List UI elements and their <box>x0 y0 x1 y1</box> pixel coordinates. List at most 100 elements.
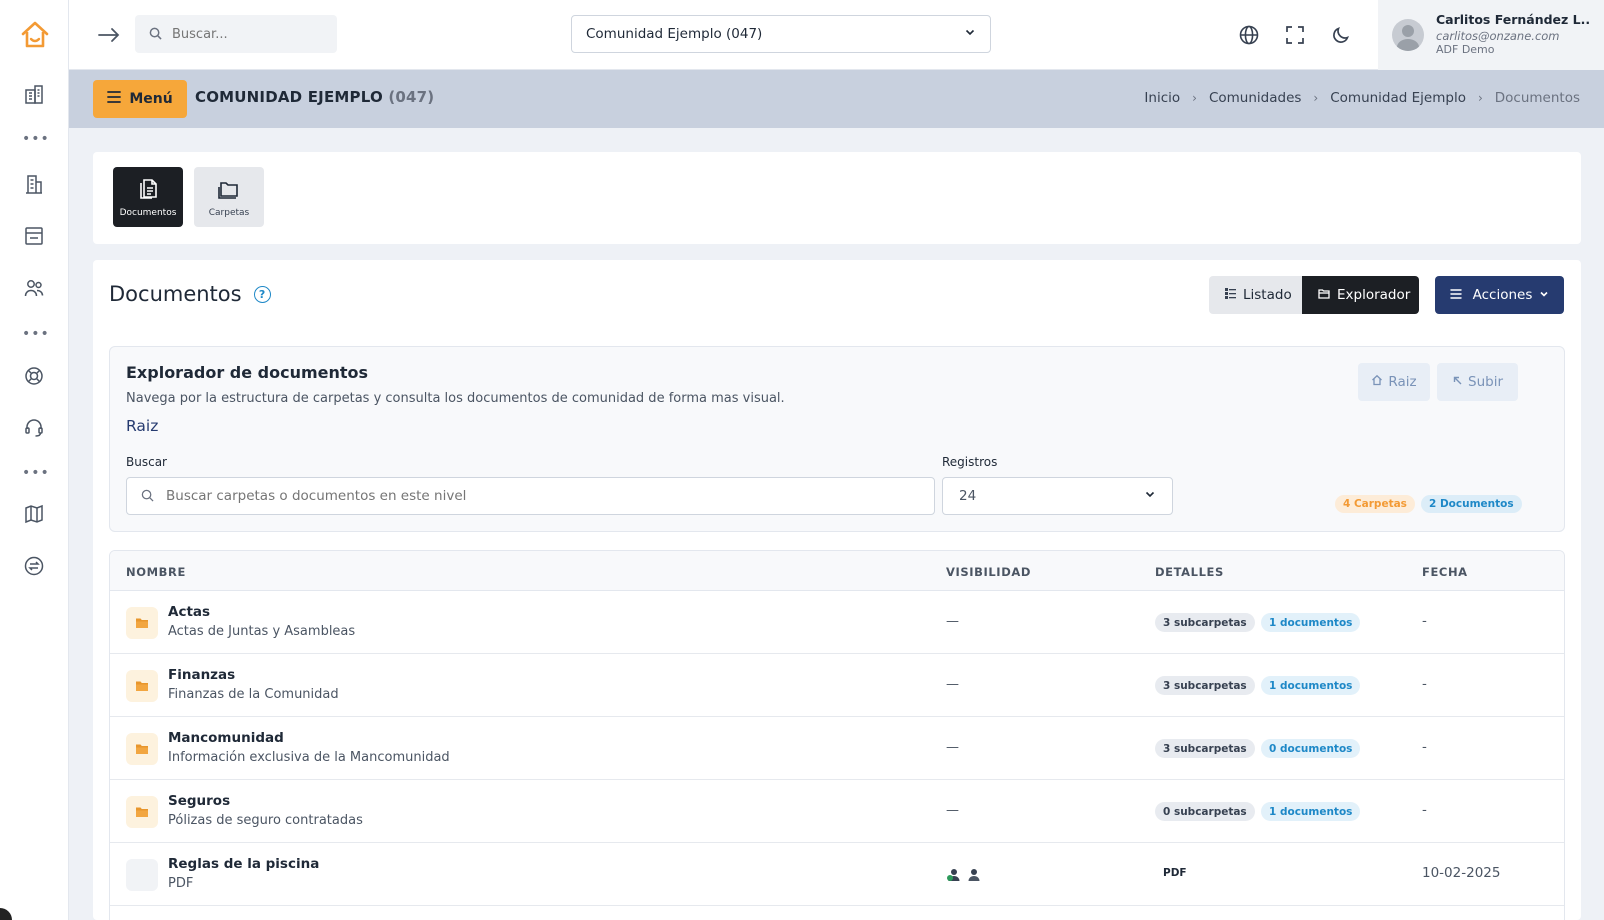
explorer-panel: Explorador de documentos Navega por la e… <box>109 346 1565 532</box>
row-date: 10-02-2025 <box>1422 865 1501 881</box>
section-title-text: Documentos <box>109 282 242 306</box>
documents-badge: 0 documentos <box>1261 739 1361 758</box>
view-listado-button[interactable]: Listado <box>1209 276 1302 314</box>
col-detalles[interactable]: DETALLES <box>1155 565 1224 579</box>
expand-sidebar-arrow-icon[interactable] <box>94 20 124 50</box>
folder-icon <box>126 796 158 828</box>
explorer-description: Navega por la estructura de carpetas y c… <box>126 391 785 406</box>
hamburger-icon <box>107 91 122 107</box>
row-date: - <box>1422 739 1427 755</box>
row-description: Pólizas de seguro contratadas <box>168 813 363 828</box>
table-row[interactable]: Reglas de la piscina PDF PDF 10-02-2025 <box>110 843 1564 906</box>
search-label: Buscar <box>126 455 167 469</box>
go-root-button[interactable]: Raiz <box>1358 363 1430 401</box>
community-name: COMUNIDAD EJEMPLO <box>195 88 383 106</box>
breadcrumb-comunidades[interactable]: Comunidades <box>1209 90 1301 106</box>
row-name[interactable]: Mancomunidad <box>168 730 284 746</box>
col-fecha[interactable]: FECHA <box>1422 565 1468 579</box>
sidebar-more-3[interactable]: ••• <box>22 466 49 480</box>
visibility-owner-icon <box>946 867 962 887</box>
fullscreen-icon[interactable] <box>1280 20 1310 50</box>
table-row[interactable]: Mancomunidad Información exclusiva de la… <box>110 717 1564 780</box>
page-header: Menú COMUNIDAD EJEMPLO (047) Inicio › Co… <box>69 70 1604 128</box>
file-icon <box>126 859 158 891</box>
documents-table: NOMBRE VISIBILIDAD DETALLES FECHA Actas … <box>109 550 1565 920</box>
registros-select[interactable]: 24 <box>942 477 1173 515</box>
chevron-down-icon <box>1144 488 1156 504</box>
home-icon <box>1371 374 1383 390</box>
visibility-resident-icon <box>966 867 982 887</box>
breadcrumb-comunidad[interactable]: Comunidad Ejemplo <box>1330 90 1466 106</box>
building-icon[interactable] <box>20 170 48 198</box>
row-description: Actas de Juntas y Asambleas <box>168 624 356 639</box>
sidebar-more-1[interactable]: ••• <box>22 132 49 146</box>
store-icon[interactable] <box>20 222 48 250</box>
table-row[interactable]: Finanzas Finanzas de la Comunidad — 3 su… <box>110 654 1564 717</box>
view-explorador-button[interactable]: Explorador <box>1302 276 1419 314</box>
community-code: (047) <box>388 88 435 106</box>
explorer-search-input[interactable] <box>166 488 926 504</box>
community-select[interactable]: Comunidad Ejemplo (047) <box>571 15 991 53</box>
tab-documentos[interactable]: Documentos <box>113 167 183 227</box>
sidebar: ••• ••• ••• <box>0 0 69 920</box>
col-visibilidad[interactable]: VISIBILIDAD <box>946 565 1031 579</box>
row-description: Finanzas de la Comunidad <box>168 687 339 702</box>
menu-button-label: Menú <box>129 91 173 107</box>
user-org: ADF Demo <box>1436 43 1495 57</box>
documents-icon <box>136 177 160 204</box>
user-menu[interactable]: Carlitos Fernández L.. carlitos@onzane.c… <box>1378 0 1604 70</box>
folders-icon <box>217 177 241 204</box>
section-tabs: Documentos Carpetas <box>93 152 1581 244</box>
documents-badge: 1 documentos <box>1261 676 1361 695</box>
dark-mode-moon-icon[interactable] <box>1326 20 1356 50</box>
global-search[interactable] <box>135 15 337 53</box>
exchange-icon[interactable] <box>20 552 48 580</box>
view-explorador-label: Explorador <box>1337 287 1411 303</box>
row-name[interactable]: Reglas de la piscina <box>168 856 319 872</box>
map-icon[interactable] <box>20 500 48 528</box>
row-date: - <box>1422 676 1427 692</box>
row-name[interactable]: Finanzas <box>168 667 235 683</box>
chevron-right-icon: › <box>1313 91 1319 105</box>
explorer-search[interactable] <box>126 477 935 515</box>
chevron-right-icon: › <box>1477 91 1483 105</box>
go-up-button[interactable]: Subir <box>1437 363 1518 401</box>
lifebuoy-icon[interactable] <box>20 362 48 390</box>
folders-count-badge: 4 Carpetas <box>1335 495 1415 513</box>
acciones-label: Acciones <box>1472 287 1533 303</box>
table-row[interactable]: Actas Actas de Juntas y Asambleas — 3 su… <box>110 591 1564 654</box>
row-name[interactable]: Actas <box>168 604 210 620</box>
help-icon[interactable]: ? <box>253 285 271 303</box>
page-title: COMUNIDAD EJEMPLO (047) <box>195 88 434 106</box>
tab-carpetas[interactable]: Carpetas <box>194 167 264 227</box>
acciones-dropdown[interactable]: Acciones <box>1435 276 1564 314</box>
explorer-title: Explorador de documentos <box>126 363 369 382</box>
language-globe-icon[interactable] <box>1234 20 1264 50</box>
documents-panel: Documentos ? Listado Explorador Acciones… <box>93 260 1581 920</box>
menu-button[interactable]: Menú <box>93 80 187 118</box>
row-name[interactable]: Seguros <box>168 793 230 809</box>
documents-count-badge: 2 Documentos <box>1421 495 1522 513</box>
documents-badge: 1 documentos <box>1261 613 1361 632</box>
global-search-input[interactable] <box>172 26 332 42</box>
folder-open-icon <box>1318 287 1330 303</box>
users-icon[interactable] <box>20 274 48 302</box>
buildings-icon[interactable] <box>20 80 48 108</box>
view-listado-label: Listado <box>1243 287 1292 303</box>
arrow-up-left-icon <box>1452 374 1463 390</box>
home-logo-icon[interactable] <box>20 20 50 50</box>
go-root-label: Raiz <box>1388 374 1417 390</box>
breadcrumb-inicio[interactable]: Inicio <box>1144 90 1180 106</box>
table-row[interactable]: Seguros Pólizas de seguro contratadas — … <box>110 780 1564 843</box>
row-visibility: — <box>946 803 959 818</box>
folder-icon <box>126 607 158 639</box>
sidebar-more-2[interactable]: ••• <box>22 327 49 341</box>
chevron-down-icon <box>1539 287 1549 303</box>
explorer-path[interactable]: Raiz <box>126 417 158 435</box>
search-icon <box>149 25 162 44</box>
registros-label: Registros <box>942 455 998 469</box>
row-date: - <box>1422 802 1427 818</box>
headset-icon[interactable] <box>20 414 48 442</box>
corner-decoration <box>0 908 12 920</box>
col-nombre[interactable]: NOMBRE <box>126 565 186 579</box>
